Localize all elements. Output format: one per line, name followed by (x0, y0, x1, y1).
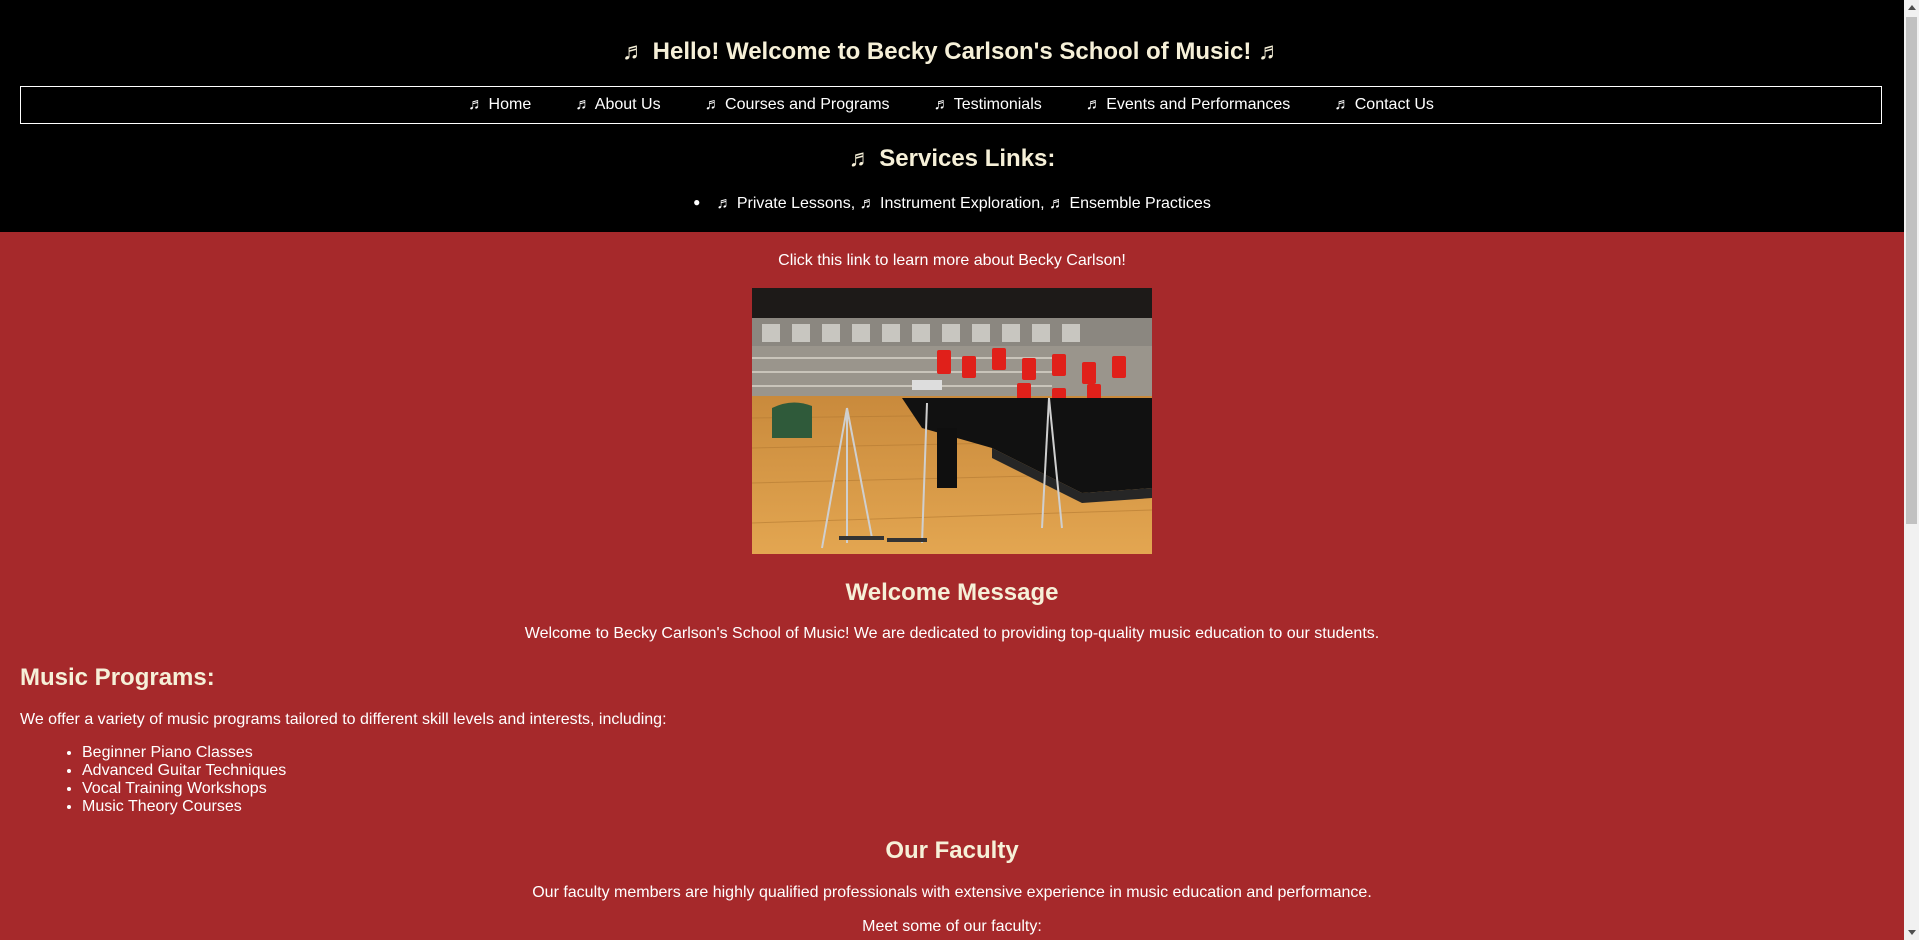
about-becky-link[interactable]: Click this link to learn more about Beck… (0, 250, 1904, 272)
list-item: Vocal Training Workshops (82, 780, 286, 798)
scroll-up-arrow-icon[interactable] (1904, 0, 1919, 15)
list-item: Music Theory Courses (82, 798, 286, 816)
nav-contact-us-link[interactable]: ♬ Contact Us (1334, 95, 1434, 115)
main-nav: ♬ Home ♬ About Us ♬ Courses and Programs… (20, 86, 1882, 124)
list-item: Advanced Guitar Techniques (82, 762, 286, 780)
nav-courses-link[interactable]: ♬ Courses and Programs (705, 95, 890, 115)
list-bullet-icon: ● (693, 195, 701, 209)
site-header: ♬ Hello! Welcome to Becky Carlson's Scho… (0, 0, 1904, 232)
faculty-meet-text: Meet some of our faculty: (862, 918, 1042, 935)
welcome-heading: Welcome Message (845, 579, 1059, 606)
services-title: ♬ Services Links: (848, 145, 1056, 172)
page: ♬ Hello! Welcome to Becky Carlson's Scho… (0, 0, 1904, 940)
programs-list: Beginner Piano Classes Advanced Guitar T… (0, 744, 286, 816)
nav-events-link[interactable]: ♬ Events and Performances (1086, 95, 1291, 115)
nav-home-link[interactable]: ♬ Home (468, 95, 531, 115)
list-item: Beginner Piano Classes (82, 744, 286, 762)
faculty-heading: Our Faculty (885, 837, 1019, 864)
faculty-text: Our faculty members are highly qualified… (532, 884, 1372, 901)
site-title: ♬ Hello! Welcome to Becky Carlson's Scho… (621, 38, 1283, 65)
vertical-scrollbar[interactable] (1904, 0, 1919, 940)
scrollbar-thumb[interactable] (1906, 17, 1917, 524)
scroll-down-arrow-icon[interactable] (1904, 925, 1919, 940)
nav-about-us-link[interactable]: ♬ About Us (575, 95, 660, 115)
services-list: ● ♬ Private Lessons, ♬ Instrument Explora… (0, 191, 1904, 215)
programs-intro: We offer a variety of music programs tai… (20, 711, 667, 728)
services-links[interactable]: ♬ Private Lessons, ♬ Instrument Explorat… (716, 195, 1210, 212)
programs-heading: Music Programs: (20, 664, 215, 691)
nav-testimonials-link[interactable]: ♬ Testimonials (934, 95, 1042, 115)
welcome-text: Welcome to Becky Carlson's School of Mus… (524, 625, 1380, 642)
concert-hall-photo (752, 288, 1152, 554)
